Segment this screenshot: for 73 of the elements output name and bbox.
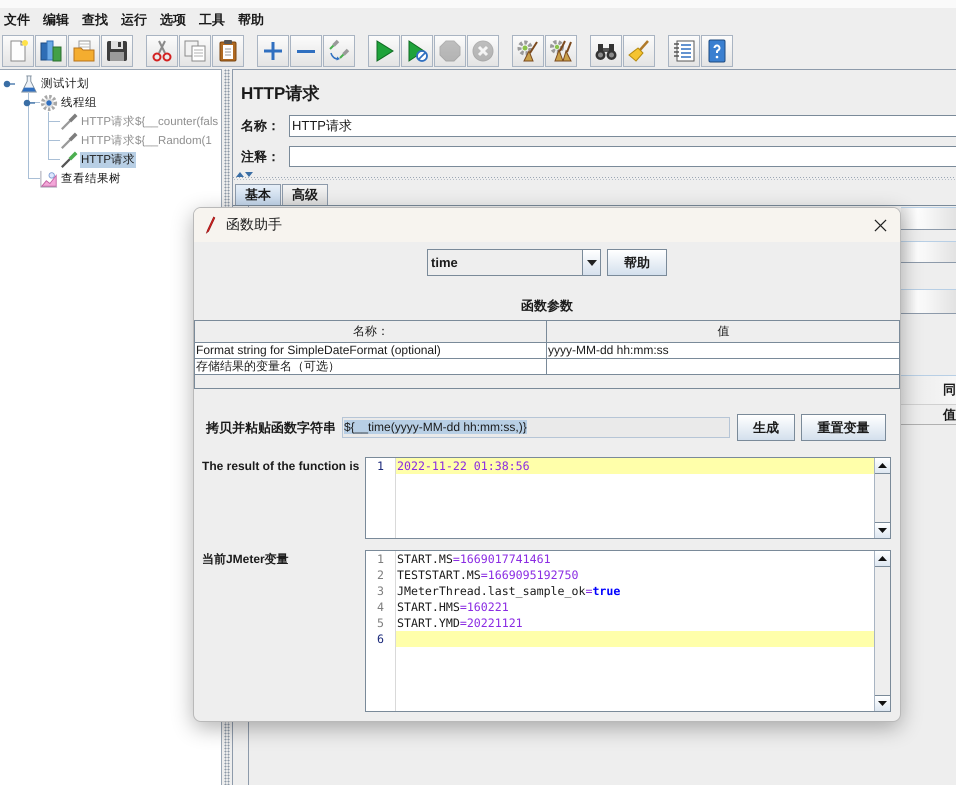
text-field[interactable]: HTTP请求 [289,115,956,137]
code-line: START.HMS=160221 [396,599,510,615]
tree-handle-icon[interactable] [23,98,35,108]
line-number: 1 [376,551,385,567]
dropdown-arrow-icon [586,260,596,266]
line-number: 1 [376,458,385,474]
panel-header [901,207,956,230]
generate-button[interactable]: 生成 [737,414,795,441]
line-number: 3 [376,583,385,599]
code-line: START.MS=1669017741461 [396,551,552,567]
down-arrow-icon [878,528,887,533]
panel-header [901,241,956,263]
scroll-up-button[interactable] [875,458,890,474]
scroll-down-button[interactable] [875,522,890,538]
field-label: 注释： [241,148,281,166]
pipette-icon [60,112,78,130]
flask-icon [20,74,38,92]
menu-item[interactable]: 帮助 [238,12,264,28]
down-arrow-icon [878,701,887,706]
scroll-down-button[interactable] [875,695,890,711]
menu-item[interactable]: 文件 [4,12,30,28]
section-title: 函数参数 [520,299,574,313]
tree-item[interactable]: 线程组 [60,94,98,110]
dialog-title: 函数助手 [226,216,282,234]
field-label: The result of the function is [201,458,360,473]
scroll-up-button[interactable] [875,551,890,567]
tree-item[interactable]: 测试计划 [40,76,90,92]
menu-item[interactable]: 工具 [199,12,225,28]
reset-variables-button[interactable]: 重置变量 [801,414,886,441]
function-string-field[interactable]: ${__time(yyyy-MM-dd hh:mm:ss,)} [342,417,730,438]
code-line: JMeterThread.last_sample_ok=true [396,583,622,599]
up-arrow-icon [878,463,887,468]
text-area[interactable]: 1 2022-11-22 01:38:56 [365,457,891,539]
scrollbar[interactable] [874,458,890,538]
line-number: 6 [376,631,385,647]
gear-icon [40,94,58,112]
menu-item[interactable]: 查找 [82,12,108,28]
field-label: 拷贝并粘贴函数字符串 [206,418,337,436]
text-field[interactable] [289,146,956,167]
table-cell: Format string for SimpleDateFormat (optional) [195,343,547,359]
scrollbar[interactable] [874,551,890,711]
pipette-icon [60,132,78,150]
tab[interactable]: 高级 [282,184,328,205]
tree-item[interactable]: HTTP请求 [80,152,136,168]
down-triangle-icon[interactable] [245,172,253,177]
column-header: 名称： [195,321,547,343]
pipette-icon [60,150,78,168]
up-arrow-icon [878,556,887,561]
panel-title: HTTP请求 [241,83,320,105]
pencil-icon [204,216,216,234]
close-icon[interactable] [874,218,887,232]
panel-header [901,289,956,314]
function-dropdown[interactable]: time [427,249,601,276]
menu-item[interactable]: 编辑 [43,12,69,28]
field-label: 当前JMeter变量 [201,551,290,566]
code-line: START.YMD=20221121 [396,615,524,631]
field-label: 名称： [241,117,281,135]
help-button[interactable]: 帮助 [607,249,667,276]
tab[interactable]: 基本 [235,184,281,205]
line-number: 2 [376,567,385,583]
menu-item[interactable]: 运行 [121,12,147,28]
up-triangle-icon[interactable] [236,172,244,177]
table-cell: 存储结果的变量名（可选） [195,359,547,375]
text-area[interactable]: 1 START.MS=1669017741461 2 TESTSTART.MS=1669095192750 3 JMeterThread.last_sample_ok=true 4 START.HMS=160221 5 START.YMD=20221121 6 [365,550,891,712]
code-line: TESTSTART.MS=1669095192750 [396,567,580,583]
table-cell: yyyy-MM-dd hh:mm:ss [547,343,899,359]
line-number: 4 [376,599,385,615]
area-chart-icon [40,170,58,188]
tree-handle-icon[interactable] [3,78,15,88]
column-header: 同 [901,375,956,405]
line-number: 5 [376,615,385,631]
menu-item[interactable]: 选项 [160,12,186,28]
tree-item[interactable]: 查看结果树 [60,170,122,186]
